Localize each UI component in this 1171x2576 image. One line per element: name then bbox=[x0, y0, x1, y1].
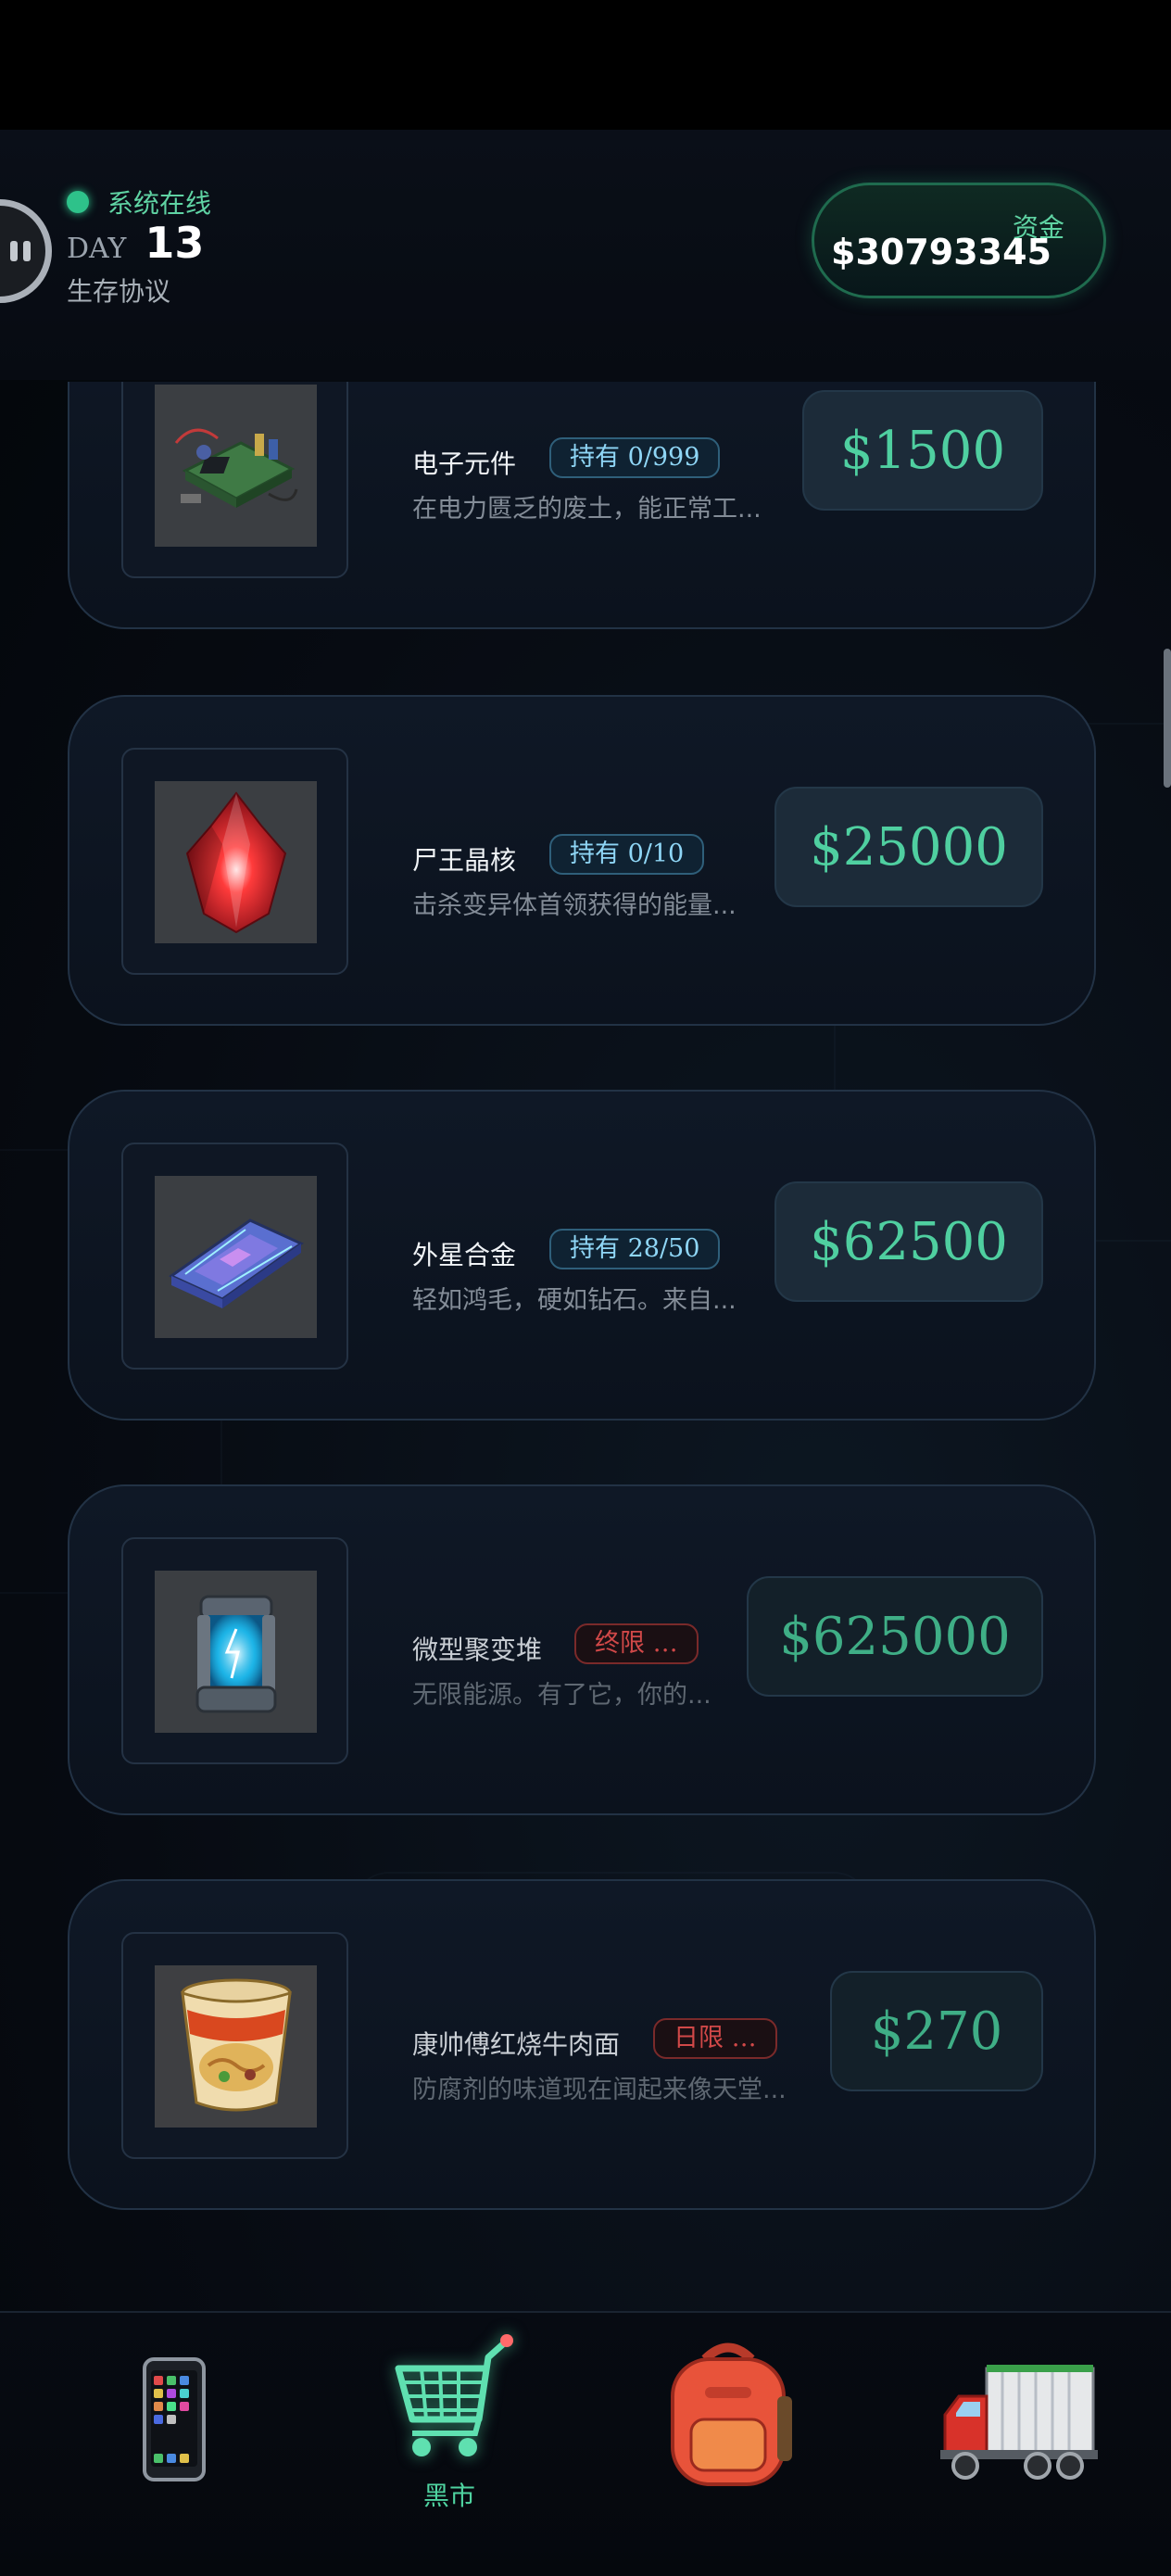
status-text: 系统在线 bbox=[107, 188, 212, 219]
item-image-frame bbox=[121, 748, 348, 975]
nav-label-black-market: 黑市 bbox=[422, 2481, 475, 2511]
scrollbar[interactable] bbox=[1164, 649, 1171, 788]
day-value: 13 bbox=[145, 218, 205, 268]
day-counter: DAY 13 bbox=[67, 218, 204, 268]
limit-badge: 日限 … bbox=[653, 2018, 777, 2059]
bottom-nav: 黑市 bbox=[0, 2311, 1171, 2576]
item-card[interactable]: 尸王晶核 持有 0/10 击杀变异体首领获得的能量... $25000 bbox=[68, 695, 1096, 1026]
fusion-reactor-icon bbox=[155, 1571, 317, 1733]
red-crystal-icon bbox=[155, 781, 317, 943]
alien-alloy-ingot-icon bbox=[155, 1176, 317, 1338]
item-description: 在电力匮乏的废土，能正常工... bbox=[412, 495, 762, 524]
system-status: 系统在线 bbox=[67, 183, 211, 221]
item-image-frame bbox=[121, 382, 348, 578]
protocol-label: 生存协议 bbox=[67, 276, 171, 307]
online-dot-icon bbox=[67, 191, 89, 213]
hold-badge: 持有 0/999 bbox=[549, 437, 721, 478]
item-card[interactable]: 外星合金 持有 28/50 轻如鸿毛，硬如钻石。来自... $62500 bbox=[68, 1090, 1096, 1421]
limit-badge: 终限 … bbox=[574, 1623, 699, 1664]
hold-badge: 持有 28/50 bbox=[549, 1229, 721, 1269]
header: 系统在线 DAY 13 生存协议 资金 $30793345 bbox=[0, 130, 1171, 380]
buy-button[interactable]: $270 bbox=[830, 1971, 1043, 2091]
shopping-cart-icon bbox=[395, 2334, 513, 2456]
hold-badge: 持有 0/10 bbox=[549, 834, 705, 875]
nav-item-backpack[interactable] bbox=[626, 2331, 830, 2554]
pause-icon bbox=[23, 241, 31, 261]
item-name: 微型聚变堆 bbox=[412, 1635, 543, 1665]
phone-icon bbox=[143, 2357, 206, 2481]
item-name: 尸王晶核 bbox=[412, 845, 517, 876]
item-name: 康帅傅红烧牛肉面 bbox=[412, 2029, 621, 2060]
app-screen: 系统在线 DAY 13 生存协议 资金 $30793345 电子元件 持有 0/… bbox=[0, 130, 1171, 2576]
backpack-icon bbox=[671, 2342, 792, 2486]
item-name: 电子元件 bbox=[412, 448, 517, 479]
nav-item-black-market[interactable]: 黑市 bbox=[347, 2331, 551, 2554]
nav-item-phone[interactable] bbox=[72, 2331, 276, 2554]
item-description: 无限能源。有了它，你的... bbox=[412, 1681, 711, 1710]
circuit-board-icon bbox=[155, 385, 317, 547]
day-label: DAY bbox=[67, 233, 127, 265]
buy-button[interactable]: $62500 bbox=[774, 1181, 1043, 1302]
item-name: 外星合金 bbox=[412, 1240, 517, 1270]
item-image-frame bbox=[121, 1932, 348, 2159]
item-card[interactable]: 微型聚变堆 终限 … 无限能源。有了它，你的... $625000 bbox=[68, 1484, 1096, 1815]
item-description: 防腐剂的味道现在闻起来像天堂... bbox=[412, 2076, 787, 2104]
nav-item-truck[interactable] bbox=[917, 2331, 1121, 2554]
item-card[interactable]: 电子元件 持有 0/999 在电力匮乏的废土，能正常工... $1500 bbox=[68, 382, 1096, 629]
pause-icon bbox=[10, 241, 18, 261]
buy-button[interactable]: $625000 bbox=[747, 1576, 1043, 1697]
instant-noodle-cup-icon bbox=[155, 1965, 317, 2128]
item-list[interactable]: 电子元件 持有 0/999 在电力匮乏的废土，能正常工... $1500 尸王晶… bbox=[0, 382, 1171, 2254]
item-description: 轻如鸿毛，硬如钻石。来自... bbox=[412, 1286, 737, 1315]
item-image-frame bbox=[121, 1143, 348, 1370]
funds-value: $30793345 bbox=[831, 232, 1051, 272]
item-image-frame bbox=[121, 1537, 348, 1764]
status-bar-area bbox=[0, 0, 1171, 130]
buy-button[interactable]: $1500 bbox=[802, 390, 1043, 511]
funds-badge: 资金 $30793345 bbox=[812, 183, 1106, 298]
item-card[interactable]: 康帅傅红烧牛肉面 日限 … 防腐剂的味道现在闻起来像天堂... $270 bbox=[68, 1879, 1096, 2210]
buy-button[interactable]: $25000 bbox=[774, 787, 1043, 907]
truck-icon bbox=[940, 2365, 1098, 2480]
pause-button[interactable] bbox=[0, 199, 52, 303]
item-description: 击杀变异体首领获得的能量... bbox=[412, 891, 737, 920]
